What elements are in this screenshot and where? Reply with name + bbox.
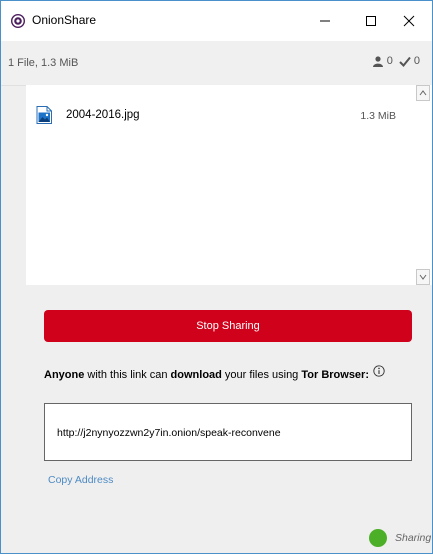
title-bar[interactable]: OnionShare xyxy=(1,1,432,41)
maximize-icon xyxy=(366,16,376,26)
downloads-completed-count: 0 xyxy=(413,55,420,67)
download-counters: 0 0 xyxy=(372,55,420,67)
file-list-scrollbar[interactable] xyxy=(416,85,432,285)
close-button[interactable] xyxy=(386,1,432,41)
caret-down-icon xyxy=(419,274,427,280)
minimize-button[interactable] xyxy=(302,1,348,41)
downloads-in-progress-count: 0 xyxy=(386,55,393,67)
close-icon xyxy=(403,15,415,27)
scroll-up-button[interactable] xyxy=(416,85,430,101)
app-window: OnionShare 1 File, 1.3 MiB 0 0 2004-2016… xyxy=(0,0,433,554)
copy-address-link[interactable]: Copy Address xyxy=(48,474,113,486)
onionshare-logo-icon xyxy=(11,14,25,28)
share-url-box[interactable]: http://j2nynyozzwn2y7in.onion/speak-reco… xyxy=(44,403,412,461)
list-item[interactable]: 2004-2016.jpg 1.3 MiB xyxy=(26,85,416,125)
info-download: download xyxy=(170,369,222,381)
checkmark-icon xyxy=(399,56,411,67)
file-size: 1.3 MiB xyxy=(360,110,396,122)
window-title: OnionShare xyxy=(32,13,97,27)
info-text-2: your files using xyxy=(221,369,302,381)
share-url[interactable]: http://j2nynyozzwn2y7in.onion/speak-reco… xyxy=(57,427,281,439)
minimize-icon xyxy=(320,20,330,22)
info-anyone: Anyone xyxy=(44,369,85,381)
share-status-header: 1 File, 1.3 MiB 0 0 xyxy=(1,41,432,86)
info-text-1: with this link can xyxy=(84,369,171,381)
scroll-down-button[interactable] xyxy=(416,269,430,285)
file-summary: 1 File, 1.3 MiB xyxy=(8,57,79,69)
image-file-icon xyxy=(36,106,52,124)
file-list[interactable]: 2004-2016.jpg 1.3 MiB xyxy=(26,85,432,285)
share-info-text: Anyone with this link can download your … xyxy=(44,369,369,381)
info-icon[interactable] xyxy=(373,365,385,377)
user-icon xyxy=(372,55,383,67)
caret-up-icon xyxy=(419,90,427,96)
stop-sharing-button[interactable]: Stop Sharing xyxy=(44,310,412,342)
status-indicator-icon xyxy=(369,529,387,547)
status-label: Sharing xyxy=(395,532,432,544)
info-tor-browser: Tor Browser: xyxy=(301,369,369,381)
file-name: 2004-2016.jpg xyxy=(66,109,140,121)
